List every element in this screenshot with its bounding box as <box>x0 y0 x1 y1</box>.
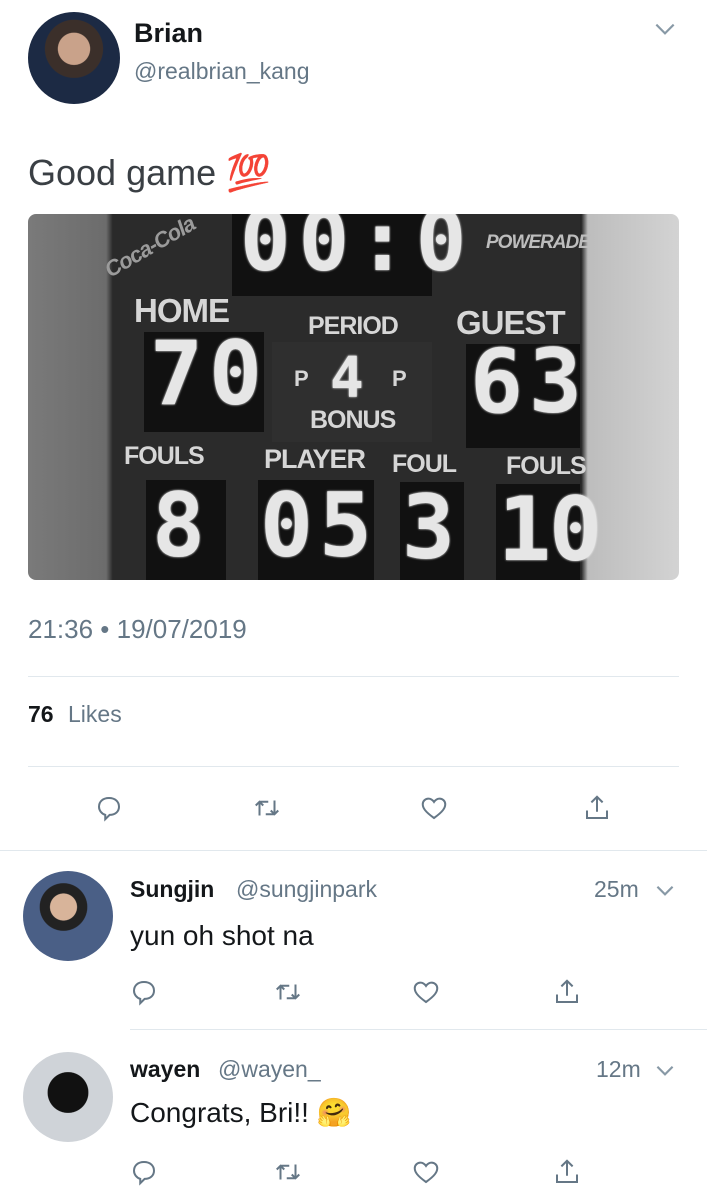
player-label: PLAYER <box>264 444 366 474</box>
guest-fouls: 10 <box>498 478 602 580</box>
reply-handle[interactable]: @wayen_ <box>218 1056 321 1083</box>
reply-avatar[interactable] <box>23 871 113 961</box>
like-icon[interactable] <box>417 791 451 825</box>
divider <box>28 766 679 767</box>
player-foul: 3 <box>402 476 461 579</box>
divider <box>28 676 679 677</box>
retweet-icon[interactable] <box>250 791 284 825</box>
fouls-label-left: FOULS <box>124 442 205 470</box>
reply-display-name[interactable]: wayen <box>130 1056 200 1083</box>
share-icon[interactable] <box>550 975 584 1009</box>
divider <box>130 1029 707 1030</box>
share-icon[interactable] <box>550 1155 584 1189</box>
divider <box>0 850 707 851</box>
home-fouls: 8 <box>152 474 211 577</box>
period-label: PERIOD <box>308 312 399 340</box>
chevron-down-icon[interactable] <box>648 12 682 46</box>
author-display-name[interactable]: Brian <box>134 18 203 49</box>
reply-icon[interactable] <box>127 975 161 1009</box>
chevron-down-icon[interactable] <box>648 1053 682 1087</box>
share-icon[interactable] <box>580 791 614 825</box>
tweet-text: Good game 💯 <box>28 152 271 193</box>
fouls-label-right: FOULS <box>506 452 587 480</box>
brand-right: POWERADE <box>486 232 591 253</box>
possession-left: P <box>294 366 309 391</box>
possession-right: P <box>392 366 407 391</box>
reply-icon[interactable] <box>127 1155 161 1189</box>
guest-score: 63 <box>470 330 588 433</box>
chevron-down-icon[interactable] <box>648 873 682 907</box>
tweet-image-scoreboard[interactable]: 00:0 Coca-Cola POWERADE HOME PERIOD GUES… <box>28 214 679 580</box>
like-icon[interactable] <box>409 1155 443 1189</box>
period-value: 4 <box>330 346 370 411</box>
retweet-icon[interactable] <box>271 1155 305 1189</box>
foul-label: FOUL <box>392 450 457 478</box>
player-number: 05 <box>260 474 378 577</box>
clock-digits: 00:0 <box>240 214 475 290</box>
retweet-icon[interactable] <box>271 975 305 1009</box>
likes-count[interactable]: 76 <box>28 701 54 728</box>
bonus-label: BONUS <box>310 406 396 434</box>
reply-icon[interactable] <box>92 791 126 825</box>
home-score: 70 <box>150 322 268 425</box>
like-icon[interactable] <box>409 975 443 1009</box>
reply-time[interactable]: 25m <box>594 876 639 903</box>
reply-text: Congrats, Bri!! 🤗 <box>130 1097 352 1128</box>
author-handle[interactable]: @realbrian_kang <box>134 58 310 85</box>
scoreboard-board: 00:0 Coca-Cola POWERADE HOME PERIOD GUES… <box>100 214 602 580</box>
reply-time[interactable]: 12m <box>596 1056 641 1083</box>
reply-display-name[interactable]: Sungjin <box>130 876 214 903</box>
likes-label[interactable]: Likes <box>68 701 122 728</box>
reply-avatar[interactable] <box>23 1052 113 1142</box>
author-avatar[interactable] <box>28 12 120 104</box>
brand-left: Coca-Cola <box>100 214 200 283</box>
reply-text: yun oh shot na <box>130 920 314 951</box>
tweet-timestamp[interactable]: 21:36 • 19/07/2019 <box>28 614 247 645</box>
reply-handle[interactable]: @sungjinpark <box>236 876 377 903</box>
